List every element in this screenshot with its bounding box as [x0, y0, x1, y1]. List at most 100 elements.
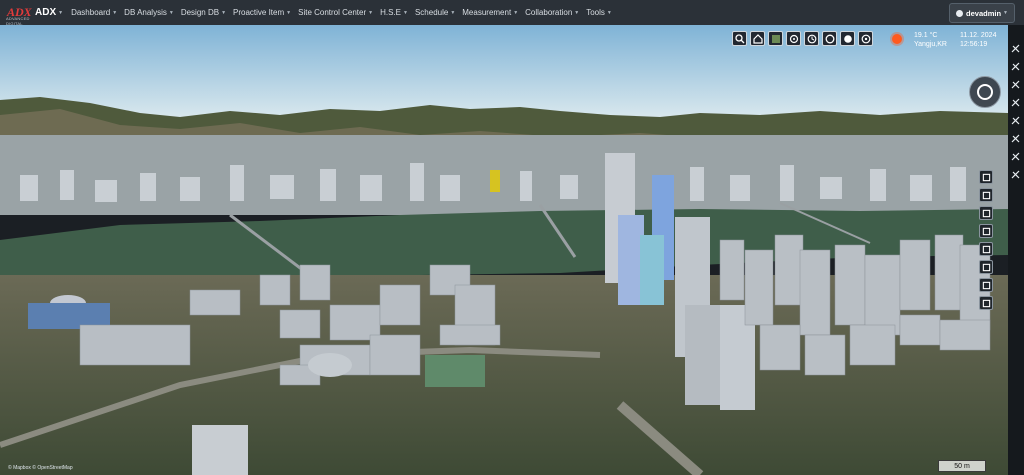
chevron-down-icon: ▼	[221, 9, 227, 16]
temperature: 19.1 °C	[914, 32, 938, 39]
menu-db-analysis[interactable]: DB Analysis ▼	[124, 8, 174, 17]
slope-button[interactable]	[979, 242, 993, 256]
home-button[interactable]	[750, 31, 765, 46]
compass[interactable]	[969, 76, 1001, 108]
city-scene	[0, 25, 1008, 475]
menu-label: DB Analysis	[124, 8, 167, 17]
landscape-button[interactable]	[979, 296, 993, 310]
edit-icon[interactable]	[1011, 95, 1021, 107]
send-icon[interactable]	[1011, 149, 1021, 161]
target-icon	[861, 34, 870, 43]
minus-box-icon	[982, 173, 990, 181]
sun-icon	[892, 34, 902, 44]
globe-outline-button[interactable]	[822, 31, 837, 46]
cube-icon[interactable]	[1011, 131, 1021, 143]
sun-toggle-icon	[843, 34, 852, 43]
right-tool-strip	[1008, 25, 1024, 475]
menu-collaboration[interactable]: Collaboration ▼	[525, 8, 579, 17]
box-3d-icon	[982, 227, 990, 235]
date: 11.12. 2024	[960, 32, 997, 39]
landscape-icon	[982, 299, 990, 307]
chevron-down-icon: ▼	[368, 9, 374, 16]
menu-label: Tools	[586, 8, 605, 17]
search-icon	[734, 33, 744, 43]
menu-dashboard[interactable]: Dashboard ▼	[71, 8, 117, 17]
clock-button[interactable]	[804, 31, 819, 46]
menu-design-db[interactable]: Design DB ▼	[181, 8, 226, 17]
green-roof-building	[425, 355, 485, 387]
menu-tools[interactable]: Tools ▼	[586, 8, 612, 17]
edit-alt-icon[interactable]	[1011, 113, 1021, 125]
menu-h-s-e[interactable]: H.S.E ▼	[380, 8, 408, 17]
clock-icon	[807, 34, 816, 43]
target-small-button[interactable]	[979, 278, 993, 292]
chevron-down-icon: ▼	[606, 9, 612, 16]
chevron-down-icon: ▼	[403, 9, 408, 16]
logo-subtext: ADVANCED DIGITAL	[6, 15, 30, 26]
chevron-down-icon: ▼	[58, 9, 64, 16]
yellow-building	[490, 170, 500, 192]
view-tools-panel	[979, 170, 995, 314]
frame-button[interactable]	[979, 206, 993, 220]
satellite-icon	[771, 34, 780, 43]
time: 12:56:19	[960, 41, 988, 48]
menu-label: H.S.E	[380, 8, 401, 17]
sun-toggle-button[interactable]	[840, 31, 855, 46]
box-3d-button[interactable]	[979, 224, 993, 238]
chevron-down-icon: ▼	[513, 9, 519, 16]
column-icon	[982, 191, 990, 199]
layer-grid-icon	[789, 34, 798, 43]
menu-label: Measurement	[462, 8, 512, 17]
map-attribution: © Mapbox © OpenStreetMap	[8, 465, 73, 471]
compass-ring-icon	[977, 84, 993, 100]
satellite-button[interactable]	[768, 31, 783, 46]
minus-box-button[interactable]	[979, 170, 993, 184]
layer-grid-button[interactable]	[786, 31, 801, 46]
scale-bar: 50 m	[938, 460, 986, 472]
weather-widget: 19.1 °C Yangju,KR 11.12. 2024 12:56:19	[888, 30, 998, 50]
warning-button[interactable]	[979, 260, 993, 274]
menu-proactive-item[interactable]: Proactive Item ▼	[233, 8, 291, 17]
foreground-tower	[192, 425, 248, 475]
round-building	[308, 353, 352, 377]
chevron-down-icon: ▼	[112, 9, 118, 16]
main-menu: Dashboard ▼ DB Analysis ▼ Design DB ▼ Proactiv…	[71, 8, 619, 17]
target-small-icon	[982, 281, 990, 289]
user-icon	[956, 9, 964, 17]
link-icon[interactable]	[1011, 167, 1021, 179]
warning-icon	[982, 263, 990, 271]
layers-icon[interactable]	[1011, 41, 1021, 53]
target-button[interactable]	[858, 31, 873, 46]
map-3d-viewport[interactable]	[0, 25, 1008, 475]
menu-label: Schedule	[414, 8, 449, 17]
menu-schedule[interactable]: Schedule ▼	[415, 8, 455, 17]
user-menu-button[interactable]: devadmin ▼	[949, 3, 1015, 23]
chevron-down-icon: ▼	[1003, 10, 1008, 16]
app-title: ADX	[35, 7, 57, 18]
frame-icon	[982, 209, 990, 217]
app-title-menu[interactable]: ADX ▼	[35, 7, 63, 18]
map-toolbar	[732, 31, 873, 46]
slope-icon	[982, 245, 990, 253]
chevron-down-icon: ▼	[574, 9, 580, 16]
menu-label: Proactive Item	[233, 8, 285, 17]
measure-x-icon[interactable]	[1011, 59, 1021, 71]
column-button[interactable]	[979, 188, 993, 202]
globe-outline-icon	[825, 34, 834, 43]
location: Yangju,KR	[914, 41, 947, 48]
search-button[interactable]	[732, 31, 747, 46]
menu-site-control-center[interactable]: Site Control Center ▼	[298, 8, 373, 17]
chevron-down-icon: ▼	[286, 9, 292, 16]
chevron-down-icon: ▼	[450, 9, 456, 16]
menu-label: Dashboard	[71, 8, 111, 17]
menu-measurement[interactable]: Measurement ▼	[462, 8, 518, 17]
home-icon	[752, 33, 763, 44]
app-logo[interactable]: ADX ADVANCED DIGITAL	[6, 4, 32, 26]
chevron-down-icon: ▼	[168, 9, 174, 16]
menu-label: Design DB	[180, 8, 220, 17]
top-navbar: ADX ADVANCED DIGITAL ADX ▼ Dashboard ▼ DB A…	[0, 0, 1024, 26]
menu-label: Collaboration	[525, 8, 573, 17]
menu-label: Site Control Center	[298, 8, 367, 17]
username: devadmin	[966, 8, 1002, 18]
draw-line-icon[interactable]	[1011, 77, 1021, 89]
